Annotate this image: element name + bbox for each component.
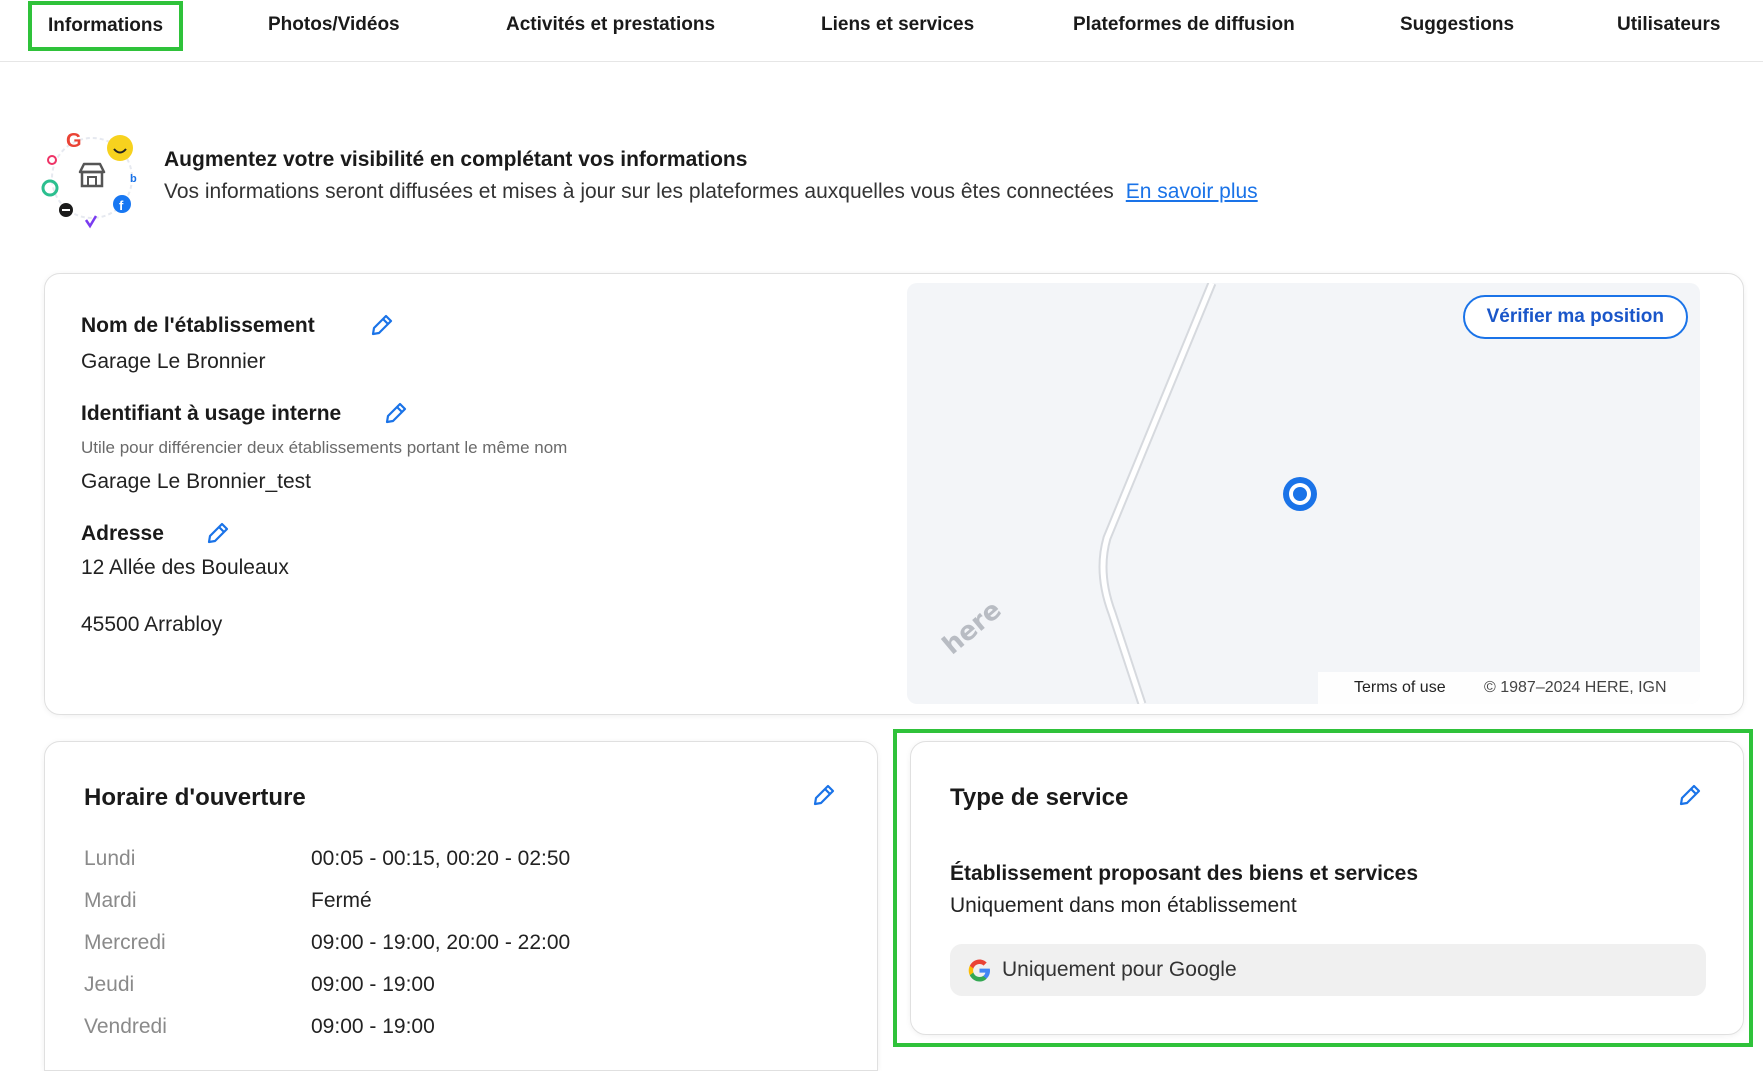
day-hours: Fermé <box>311 889 372 912</box>
day-label: Jeudi <box>84 973 135 996</box>
day-hours: 09:00 - 19:00 <box>311 1015 435 1038</box>
day-label: Mercredi <box>84 931 166 954</box>
tab-informations[interactable]: Informations <box>28 1 184 51</box>
tab-activites-prestations[interactable]: Activités et prestations <box>506 0 715 50</box>
day-label: Lundi <box>84 847 136 870</box>
address-line1: 12 Allée des Bouleaux <box>81 556 289 579</box>
svg-text:f: f <box>119 198 124 213</box>
edit-name-pencil-icon[interactable] <box>369 312 395 338</box>
establishment-info-card: Nom de l'établissement Garage Le Bronnie… <box>44 273 1744 715</box>
internal-id-label: Identifiant à usage interne <box>81 402 342 425</box>
internal-id-help: Utile pour différencier deux établisseme… <box>81 438 568 457</box>
day-hours: 09:00 - 19:00, 20:00 - 22:00 <box>311 931 571 954</box>
verify-position-button[interactable]: Vérifier ma position <box>1462 295 1688 339</box>
platforms-logo-icon: G f b <box>40 126 144 230</box>
address-line2: 45500 Arrabloy <box>81 613 223 636</box>
banner-subtitle: Vos informations seront diffusées et mis… <box>164 180 1258 204</box>
map-footer: Terms of use © 1987–2024 HERE, IGN <box>1318 672 1700 704</box>
service-card-highlight <box>893 729 1753 1047</box>
svg-text:G: G <box>66 130 82 152</box>
map-copyright: © 1987–2024 HERE, IGN <box>1484 679 1667 696</box>
edit-internal-id-pencil-icon[interactable] <box>383 400 409 426</box>
map-terms-link[interactable]: Terms of use <box>1354 672 1446 704</box>
establishment-name-value: Garage Le Bronnier <box>81 350 266 373</box>
tab-photos-videos[interactable]: Photos/Vidéos <box>268 0 400 50</box>
tab-plateformes-diffusion[interactable]: Plateformes de diffusion <box>1073 0 1295 50</box>
address-label: Adresse <box>81 522 164 545</box>
internal-id-value: Garage Le Bronnier_test <box>81 470 311 493</box>
tab-suggestions[interactable]: Suggestions <box>1400 0 1514 50</box>
svg-text:b: b <box>130 173 137 185</box>
banner-title: Augmentez votre visibilité en complétant… <box>164 148 748 171</box>
establishment-name-label: Nom de l'établissement <box>81 314 315 337</box>
location-pin-icon[interactable] <box>1280 474 1320 514</box>
location-map[interactable]: here Vérifier ma position Terms of use ©… <box>907 283 1700 704</box>
banner-subtitle-text: Vos informations seront diffusées et mis… <box>164 180 1114 203</box>
edit-hours-pencil-icon[interactable] <box>811 782 837 808</box>
day-hours: 09:00 - 19:00 <box>311 973 435 996</box>
day-label: Mardi <box>84 889 137 912</box>
edit-address-pencil-icon[interactable] <box>205 520 231 546</box>
tab-utilisateurs[interactable]: Utilisateurs <box>1617 0 1720 50</box>
tab-bar: Informations Photos/Vidéos Activités et … <box>0 0 1763 62</box>
tab-liens-services[interactable]: Liens et services <box>821 0 974 50</box>
day-label: Vendredi <box>84 1015 167 1038</box>
opening-hours-card: Horaire d'ouverture Lundi 00:05 - 00:15,… <box>44 741 878 1071</box>
opening-hours-title: Horaire d'ouverture <box>84 784 306 811</box>
day-hours: 00:05 - 00:15, 00:20 - 02:50 <box>311 847 571 870</box>
learn-more-link[interactable]: En savoir plus <box>1126 180 1258 203</box>
